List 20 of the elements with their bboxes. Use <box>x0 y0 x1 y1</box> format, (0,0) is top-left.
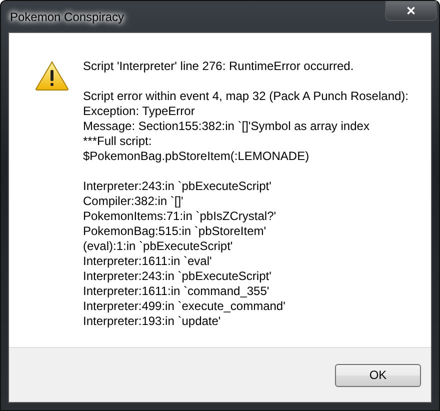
message-line: Exception: TypeError <box>83 104 196 119</box>
message-line: Interpreter:1611:in `command_355' <box>83 284 270 299</box>
message-line: Compiler:382:in `[]' <box>83 194 184 209</box>
message-line: Message: Section155:382:in `[]'Symbol as array index <box>83 119 370 134</box>
message-line: PokemonBag:515:in `pbStoreItem' <box>83 224 268 239</box>
message-line: Interpreter:243:in `pbExecuteScript' <box>83 269 272 284</box>
message-line: Interpreter:243:in `pbExecuteScript' <box>83 179 272 194</box>
message-line: $PokemonBag.pbStoreItem(:LEMONADE) <box>83 149 310 164</box>
message-line: Interpreter:499:in `execute_command' <box>83 299 286 314</box>
close-button[interactable]: ✕ <box>385 1 437 21</box>
warning-icon <box>35 61 69 91</box>
message-line: Script 'Interpreter' line 276: RuntimeError occurred. <box>83 59 355 74</box>
message-line: ***Full script: <box>83 134 153 149</box>
message-line: Interpreter:1611:in `eval' <box>83 254 213 269</box>
message-line: Interpreter:193:in `update' <box>83 314 222 329</box>
message-line: (eval):1:in `pbExecuteScript' <box>83 239 234 254</box>
window-title: Pokemon Conspiracy <box>10 10 124 24</box>
message-line: PokemonItems:71:in `pbIsZCrystal?' <box>83 209 278 224</box>
message-line: Script error within event 4, map 32 (Pack A Punch Roseland): <box>83 89 408 104</box>
ok-button[interactable]: OK <box>335 364 421 386</box>
